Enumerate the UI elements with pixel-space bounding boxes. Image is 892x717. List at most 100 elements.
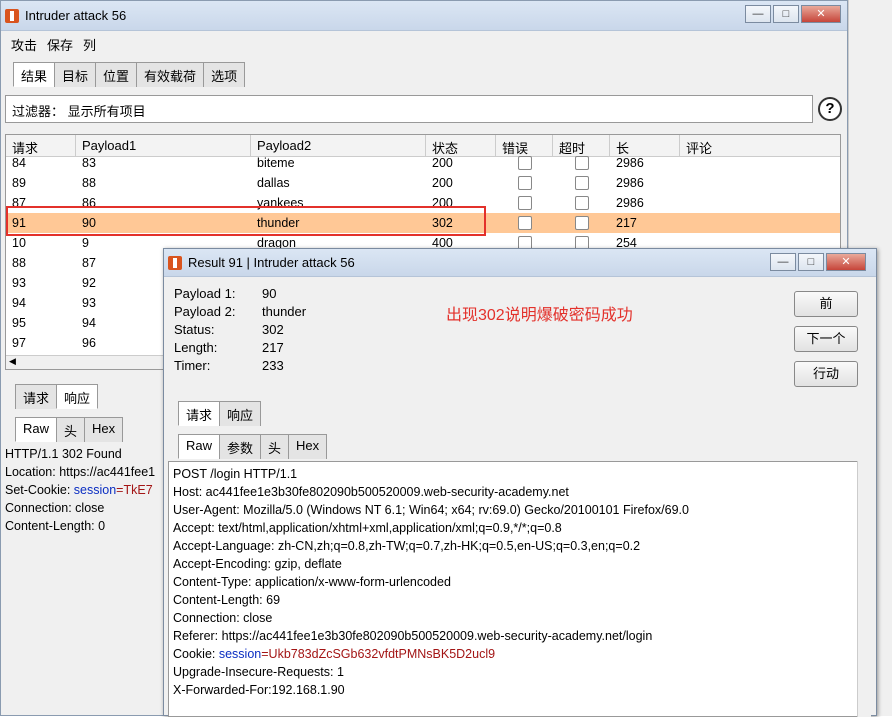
menu-attack[interactable]: 攻击 [11,35,37,54]
previous-button[interactable]: 前 [794,291,858,317]
tab-request[interactable]: 请求 [178,401,221,426]
tab-positions[interactable]: 位置 [95,62,138,87]
checkbox[interactable] [574,215,589,230]
checkbox[interactable] [517,195,532,210]
lower-tabs: 请求 响应 [15,384,99,409]
checkbox[interactable] [574,175,589,190]
result-dialog: Result 91 | Intruder attack 56 — □ ✕ Pay… [163,248,877,717]
request-line: Host: ac441fee1e3b30fe802090b500520009.w… [173,485,569,499]
burp-logo-icon [168,255,182,270]
cell-request: 10 [12,236,26,250]
col-status[interactable]: 状态 [426,135,496,156]
response-line: Location: https://ac441fee1 [5,465,156,479]
info-label: Payload 2: [174,304,236,319]
next-button[interactable]: 下一个 [794,326,858,352]
table-hscroll[interactable]: ◀ [6,355,176,369]
info-value: 217 [262,340,284,355]
menu-save[interactable]: 保存 [47,35,73,54]
col-comment[interactable]: 评论 [680,135,830,156]
main-tabs: 结果 目标 位置 有效载荷 选项 [13,62,246,87]
maximize-icon[interactable]: □ [773,5,799,23]
cell-length: 2986 [616,176,644,190]
result-info: Payload 1: 90 Payload 2: thunder Status: 30… [174,285,306,375]
cookie-value: =Ukb783dZcSGb632vfdtPMNsBK5D2ucl9 [261,647,496,661]
checkbox[interactable] [517,155,532,170]
cookie-key: session [218,647,262,661]
response-line: Set-Cookie: session=TkE7 [5,483,153,497]
tab-raw[interactable]: Raw [178,434,221,459]
menu-columns[interactable]: 列 [83,35,96,54]
response-line: Content-Length: 0 [5,519,106,533]
request-line: Upgrade-Insecure-Requests: 1 [173,665,344,679]
tab-headers[interactable]: 头 [260,434,290,459]
col-payload1[interactable]: Payload1 [76,135,251,156]
checkbox-cell [496,194,553,213]
cookie-key: session [73,483,117,497]
request-line: Referer: https://ac441fee1e3b30fe802090b… [173,629,653,643]
cookie-value: =TkE7 [116,483,153,497]
response-line: Connection: close [5,501,105,515]
cell-length: 217 [616,216,637,230]
info-label: Payload 1: [174,286,236,301]
tab-payloads[interactable]: 有效载荷 [136,62,205,87]
close-icon[interactable]: ✕ [801,5,841,23]
tab-params[interactable]: 参数 [219,434,262,459]
maximize-icon[interactable]: □ [798,253,824,271]
minimize-icon[interactable]: — [770,253,796,271]
checkbox[interactable] [517,215,532,230]
action-button[interactable]: 行动 [794,361,858,387]
request-line: Accept: text/html,application/xhtml+xml,… [173,521,562,535]
checkbox-cell [496,214,553,233]
close-icon[interactable]: ✕ [826,253,866,271]
table-row[interactable]: 89 88 dallas 200 2986 [6,173,840,193]
cell-status: 200 [432,176,453,190]
request-line: Cookie: session=Ukb783dZcSGb632vfdtPMNsB… [173,647,496,661]
burp-logo-icon [5,8,19,23]
dialog-tabs: 请求 响应 [178,401,262,426]
cell-request: 95 [12,316,26,330]
info-label: Timer: [174,358,211,373]
request-raw[interactable]: POST /login HTTP/1.1 Host: ac441fee1e3b30… [168,461,861,717]
tab-raw[interactable]: Raw [15,417,58,442]
view-tabs: Raw 头 Hex [15,417,124,442]
col-payload2[interactable]: Payload2 [251,135,426,156]
request-vscroll[interactable] [857,461,871,717]
tab-response[interactable]: 响应 [56,384,99,409]
dialog-title: Result 91 | Intruder attack 56 [188,255,355,270]
checkbox[interactable] [517,175,532,190]
table-row[interactable]: 84 83 biteme 200 2986 [6,153,840,173]
cell-request: 89 [12,176,26,190]
tab-request[interactable]: 请求 [15,384,58,409]
request-line: X-Forwarded-For:192.168.1.90 [173,683,345,697]
help-icon[interactable]: ? [818,97,842,121]
cell-payload2: biteme [257,156,295,170]
filter-bar[interactable]: 过滤器： 显示所有项目 [5,95,813,123]
tab-headers[interactable]: 头 [56,417,86,442]
tab-results[interactable]: 结果 [13,62,56,87]
info-label: Length: [174,340,218,355]
tab-options[interactable]: 选项 [203,62,246,87]
cell-length: 2986 [616,156,644,170]
cell-length: 2986 [616,196,644,210]
request-line: POST /login HTTP/1.1 [173,467,298,481]
request-line: Content-Length: 69 [173,593,281,607]
col-request[interactable]: 请求 [6,135,76,156]
request-lines: POST /login HTTP/1.1 Host: ac441fee1e3b30… [173,465,856,645]
tab-response[interactable]: 响应 [219,401,262,426]
checkbox[interactable] [574,155,589,170]
cell-request: 88 [12,256,26,270]
tab-hex[interactable]: Hex [84,417,124,442]
request-line: Content-Type: application/x-www-form-url… [173,575,451,589]
cell-request: 97 [12,336,26,350]
minimize-icon[interactable]: — [745,5,771,23]
request-line: User-Agent: Mozilla/5.0 (Windows NT 6.1;… [173,503,689,517]
checkbox[interactable] [574,195,589,210]
info-label: Status: [174,322,215,337]
tab-target[interactable]: 目标 [54,62,97,87]
checkbox-cell [496,154,553,173]
cell-request: 84 [12,156,26,170]
col-length[interactable]: 长 [610,135,680,156]
checkbox-cell [553,194,610,213]
tab-hex[interactable]: Hex [288,434,328,459]
request-line: Accept-Language: zh-CN,zh;q=0.8,zh-TW;q=… [173,539,641,553]
